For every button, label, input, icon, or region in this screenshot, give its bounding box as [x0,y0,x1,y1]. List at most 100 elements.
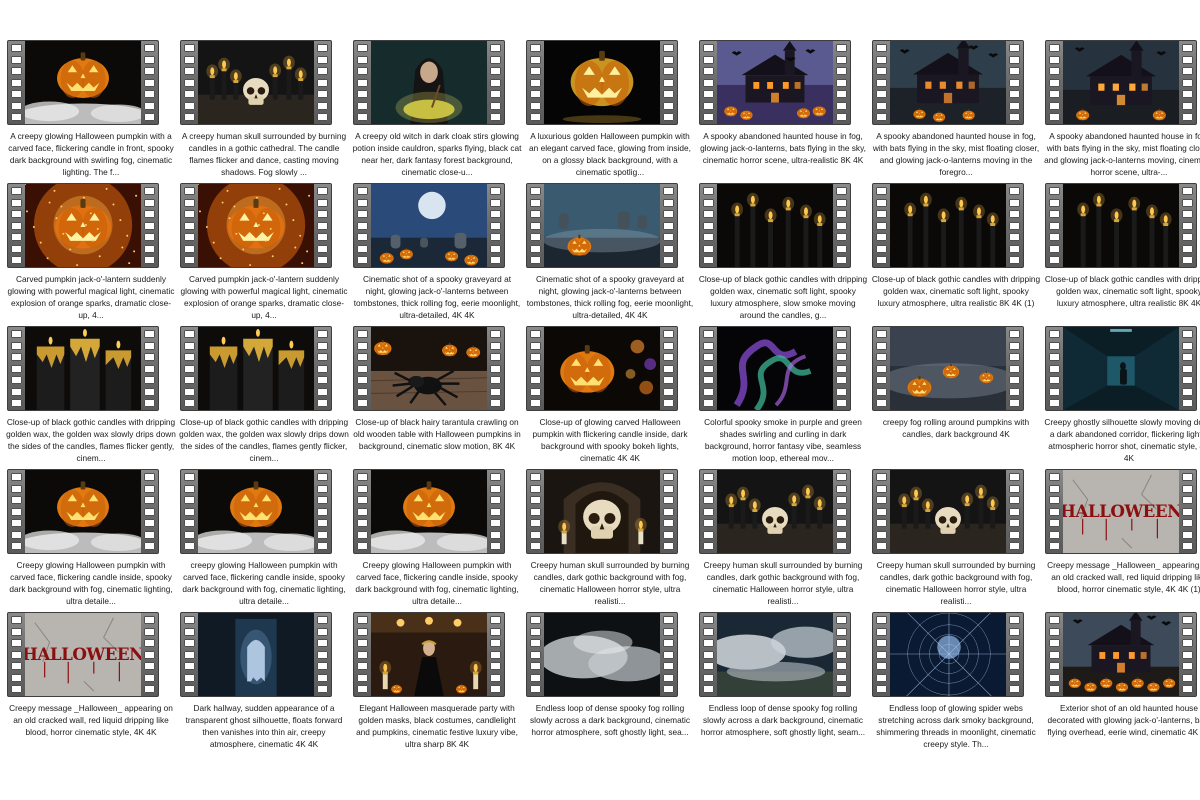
file-item[interactable]: Endless loop of dense spooky fog rolling… [525,610,697,753]
video-file-icon[interactable] [1045,40,1197,125]
file-name-label[interactable]: Creepy human skull surrounded by burning… [525,559,695,607]
file-item[interactable]: Carved pumpkin jack-o'-lantern suddenly … [179,181,351,324]
video-file-icon[interactable] [872,612,1024,697]
file-item[interactable]: HALLOWEEN Creepy message _Halloween_ app… [6,610,178,753]
file-name-label[interactable]: A creepy glowing Halloween pumpkin with … [6,130,176,178]
file-item[interactable]: Carved pumpkin jack-o'-lantern suddenly … [6,181,178,324]
file-name-label[interactable]: Close-up of black gothic candles with dr… [871,273,1041,321]
video-file-icon[interactable] [872,326,1024,411]
file-name-label[interactable]: Creepy message _Halloween_ appearing on … [6,702,176,750]
file-item[interactable]: Close-up of black gothic candles with dr… [871,181,1043,324]
file-name-label[interactable]: Carved pumpkin jack-o'-lantern suddenly … [6,273,176,321]
video-file-icon[interactable] [180,469,332,554]
file-name-label[interactable]: Cinematic shot of a spooky graveyard at … [525,273,695,321]
file-item[interactable]: A creepy human skull surrounded by burni… [179,38,351,181]
video-file-icon[interactable] [872,469,1024,554]
file-item[interactable]: Creepy human skull surrounded by burning… [525,467,697,610]
video-file-icon[interactable] [699,183,851,268]
file-name-label[interactable]: Creepy glowing Halloween pumpkin with ca… [352,559,522,607]
file-name-label[interactable]: Creepy human skull surrounded by burning… [698,559,868,607]
file-name-label[interactable]: Close-up of black gothic candles with dr… [1044,273,1200,321]
file-item[interactable]: Close-up of black gothic candles with dr… [6,324,178,467]
video-file-icon[interactable] [699,40,851,125]
file-name-label[interactable]: Carved pumpkin jack-o'-lantern suddenly … [179,273,349,321]
file-item[interactable]: Exterior shot of an old haunted house de… [1044,610,1200,753]
video-file-icon[interactable] [353,469,505,554]
video-file-icon[interactable]: HALLOWEEN [1045,469,1197,554]
file-item[interactable]: A creepy old witch in dark cloak stirs g… [352,38,524,181]
file-item[interactable]: HALLOWEEN Creepy message _Halloween_ app… [1044,467,1200,610]
file-name-label[interactable]: A spooky abandoned haunted house in fog,… [871,130,1041,178]
file-name-label[interactable]: A creepy human skull surrounded by burni… [179,130,349,178]
file-item[interactable]: Elegant Halloween masquerade party with … [352,610,524,753]
video-file-icon[interactable] [353,612,505,697]
file-name-label[interactable]: A spooky abandoned haunted house in fog,… [698,130,868,178]
file-name-label[interactable]: Endless loop of glowing spider webs stre… [871,702,1041,750]
file-name-label[interactable]: Colorful spooky smoke in purple and gree… [698,416,868,464]
video-file-icon[interactable] [1045,612,1197,697]
file-name-label[interactable]: Creepy glowing Halloween pumpkin with ca… [6,559,176,607]
file-name-label[interactable]: Cinematic shot of a spooky graveyard at … [352,273,522,321]
file-name-label[interactable]: Close-up of black gothic candles with dr… [698,273,868,321]
file-item[interactable]: Close-up of black hairy tarantula crawli… [352,324,524,467]
file-name-label[interactable]: Creepy human skull surrounded by burning… [871,559,1041,607]
video-file-icon[interactable] [7,40,159,125]
file-item[interactable]: Close-up of black gothic candles with dr… [1044,181,1200,324]
file-item[interactable]: Close-up of black gothic candles with dr… [179,324,351,467]
file-item[interactable]: Creepy human skull surrounded by burning… [698,467,870,610]
video-file-icon[interactable] [353,40,505,125]
file-item[interactable]: Endless loop of dense spooky fog rolling… [698,610,870,753]
file-item[interactable]: Creepy glowing Halloween pumpkin with ca… [6,467,178,610]
file-name-label[interactable]: Dark hallway, sudden appearance of a tra… [179,702,349,750]
video-file-icon[interactable] [353,326,505,411]
file-item[interactable]: creepy glowing Halloween pumpkin with ca… [179,467,351,610]
video-file-icon[interactable] [1045,183,1197,268]
file-item[interactable]: Cinematic shot of a spooky graveyard at … [352,181,524,324]
file-name-label[interactable]: Endless loop of dense spooky fog rolling… [698,702,868,750]
file-item[interactable]: Endless loop of glowing spider webs stre… [871,610,1043,753]
video-file-icon[interactable] [526,469,678,554]
video-file-icon[interactable] [7,183,159,268]
video-file-icon[interactable] [699,469,851,554]
video-file-icon[interactable] [872,183,1024,268]
file-item[interactable]: A spooky abandoned haunted house in fog,… [1044,38,1200,181]
video-file-icon[interactable] [1045,326,1197,411]
file-item[interactable]: creepy fog rolling around pumpkins with … [871,324,1043,467]
file-name-label[interactable]: Close-up of glowing carved Halloween pum… [525,416,695,464]
file-name-label[interactable]: Creepy ghostly silhouette slowly moving … [1044,416,1200,464]
file-item[interactable]: A spooky abandoned haunted house in fog,… [698,38,870,181]
video-file-icon[interactable] [180,183,332,268]
file-item[interactable]: Colorful spooky smoke in purple and gree… [698,324,870,467]
video-file-icon[interactable] [526,40,678,125]
video-file-icon[interactable] [7,469,159,554]
video-file-icon[interactable] [526,326,678,411]
file-item[interactable]: Creepy glowing Halloween pumpkin with ca… [352,467,524,610]
video-file-icon[interactable]: HALLOWEEN [7,612,159,697]
file-name-label[interactable]: A creepy old witch in dark cloak stirs g… [352,130,522,178]
file-name-label[interactable]: Creepy message _Halloween_ appearing on … [1044,559,1200,607]
video-file-icon[interactable] [353,183,505,268]
video-file-icon[interactable] [872,40,1024,125]
file-name-label[interactable]: Close-up of black gothic candles with dr… [179,416,349,464]
file-name-label[interactable]: A luxurious golden Halloween pumpkin wit… [525,130,695,178]
file-name-label[interactable]: creepy fog rolling around pumpkins with … [871,416,1041,464]
file-item[interactable]: Close-up of glowing carved Halloween pum… [525,324,697,467]
file-item[interactable]: A spooky abandoned haunted house in fog,… [871,38,1043,181]
file-item[interactable]: A luxurious golden Halloween pumpkin wit… [525,38,697,181]
file-name-label[interactable]: creepy glowing Halloween pumpkin with ca… [179,559,349,607]
file-name-label[interactable]: Elegant Halloween masquerade party with … [352,702,522,750]
video-file-icon[interactable] [7,326,159,411]
video-file-icon[interactable] [180,40,332,125]
file-name-label[interactable]: Close-up of black gothic candles with dr… [6,416,176,464]
video-file-icon[interactable] [699,326,851,411]
video-file-icon[interactable] [180,326,332,411]
file-item[interactable]: Close-up of black gothic candles with dr… [698,181,870,324]
file-item[interactable]: Cinematic shot of a spooky graveyard at … [525,181,697,324]
file-name-label[interactable]: A spooky abandoned haunted house in fog,… [1044,130,1200,178]
file-item[interactable]: Creepy ghostly silhouette slowly moving … [1044,324,1200,467]
video-file-icon[interactable] [699,612,851,697]
video-file-icon[interactable] [180,612,332,697]
file-name-label[interactable]: Exterior shot of an old haunted house de… [1044,702,1200,750]
video-file-icon[interactable] [526,183,678,268]
file-name-label[interactable]: Close-up of black hairy tarantula crawli… [352,416,522,464]
